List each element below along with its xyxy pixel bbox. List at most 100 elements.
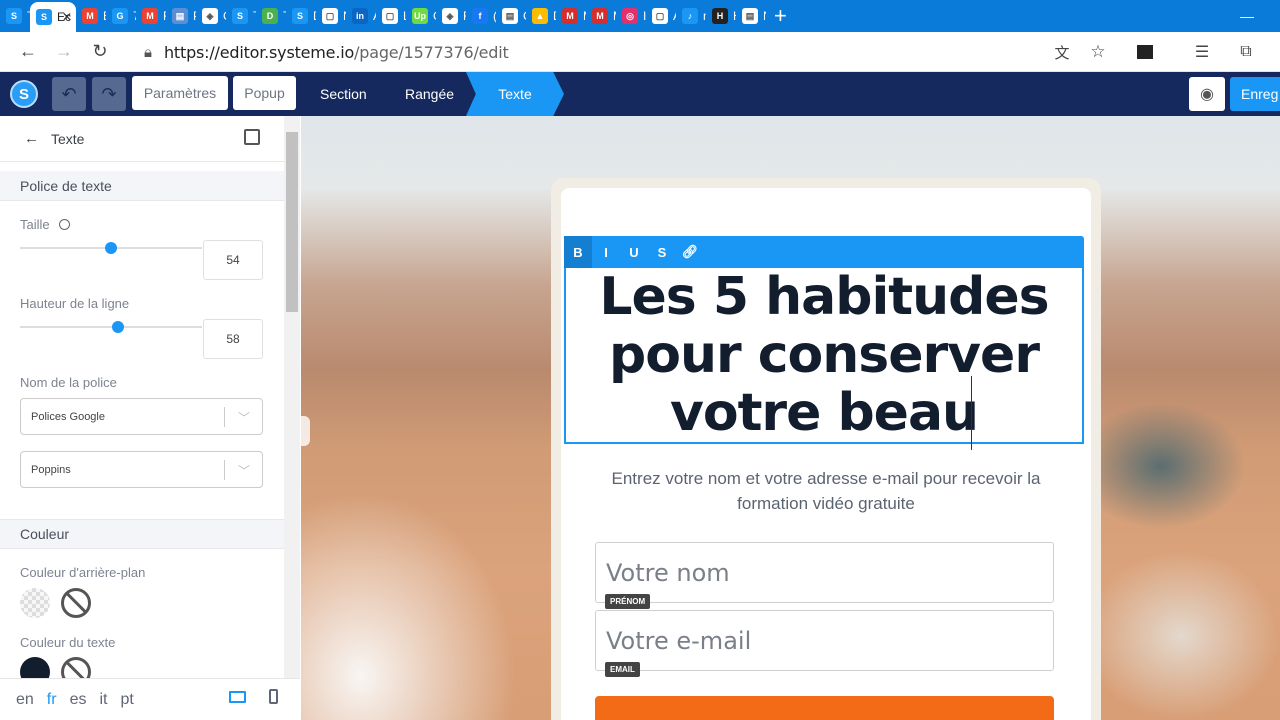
breadcrumb-section[interactable]: Section — [320, 72, 367, 116]
browser-tab[interactable]: S Ec ✕ — [30, 2, 76, 32]
language-option-es[interactable]: es — [70, 691, 87, 709]
browser-tab[interactable]: ▤Pi — [166, 0, 196, 32]
bold-button[interactable]: B — [564, 236, 592, 268]
star-icon[interactable]: ☆ — [1080, 34, 1116, 70]
address-bar[interactable]: 🔒︎ https://editor.systeme.io/page/157737… — [144, 36, 1124, 68]
tab-favicon-icon: H — [712, 8, 728, 24]
language-option-pt[interactable]: pt — [120, 691, 133, 709]
select-divider — [224, 460, 225, 480]
headline-text-block[interactable]: Les 5 habitudes pour conserver votre bea… — [564, 268, 1084, 444]
submit-button[interactable] — [595, 696, 1054, 720]
forward-icon[interactable]: → — [46, 34, 82, 70]
browser-tab-strip: STaSEc✕MBiG7MFe▤Pi◈ClSTuDTrSD▢NinA▢LiUpG… — [0, 0, 1280, 32]
browser-tab[interactable]: ▤N — [736, 0, 766, 32]
language-option-it[interactable]: it — [99, 691, 107, 709]
name-field[interactable]: Votre nom — [595, 542, 1054, 603]
headline-line: votre beau — [669, 383, 979, 443]
language-option-fr[interactable]: fr — [47, 691, 57, 709]
browser-tab[interactable]: MBi — [76, 0, 106, 32]
settings-sidebar: ← Texte Police de texte Taille 54 Hauteu… — [0, 116, 300, 720]
parametres-button[interactable]: Paramètres — [132, 76, 228, 110]
save-button[interactable]: Enreg — [1230, 77, 1280, 111]
extension-icon[interactable] — [1127, 34, 1163, 70]
chevron-down-icon: ﹀ — [237, 411, 250, 425]
browser-tab[interactable]: DTr — [256, 0, 286, 32]
preview-eye-icon[interactable]: ◉ — [1189, 77, 1225, 111]
sidebar-collapse-handle[interactable] — [301, 416, 310, 446]
browser-tab[interactable]: STa — [0, 0, 30, 32]
browser-tab[interactable]: UpG — [406, 0, 436, 32]
favorites-icon[interactable]: ☰ — [1184, 34, 1220, 70]
desktop-view-icon[interactable] — [229, 691, 246, 703]
browser-tab[interactable]: MFe — [136, 0, 166, 32]
browser-tab[interactable]: ▢Li — [376, 0, 406, 32]
size-slider[interactable] — [20, 242, 202, 254]
mobile-view-icon[interactable] — [269, 689, 278, 704]
browser-tab[interactable]: MM — [556, 0, 586, 32]
tab-favicon-icon: ◎ — [622, 8, 638, 24]
browser-tab[interactable]: G7 — [106, 0, 136, 32]
browser-tab[interactable]: ▲D — [526, 0, 556, 32]
no-bg-color-icon[interactable] — [61, 588, 91, 618]
language-option-en[interactable]: en — [16, 691, 34, 709]
back-arrow-icon[interactable]: ← — [24, 130, 39, 147]
tab-favicon-icon: ▤ — [172, 8, 188, 24]
sidebar-scrollbar[interactable] — [284, 116, 300, 678]
underline-button[interactable]: U — [620, 236, 648, 268]
new-tab-icon[interactable]: + — [774, 3, 787, 29]
tab-favicon-icon: G — [112, 8, 128, 24]
reset-icon[interactable] — [59, 219, 71, 230]
email-field[interactable]: Votre e-mail — [595, 610, 1054, 671]
line-height-slider[interactable] — [20, 321, 202, 333]
line-height-input[interactable]: 58 — [203, 319, 263, 359]
browser-tab[interactable]: SD — [286, 0, 316, 32]
browser-tab[interactable]: ♪m — [676, 0, 706, 32]
browser-tab[interactable]: ◈Fr — [436, 0, 466, 32]
browser-tab[interactable]: f(1 — [466, 0, 496, 32]
tab-close-icon[interactable]: ✕ — [62, 10, 72, 24]
browser-tab[interactable]: HH — [706, 0, 736, 32]
browser-tab[interactable]: ▢N — [316, 0, 346, 32]
tab-favicon-icon: ▢ — [652, 8, 668, 24]
tab-favicon-icon: f — [472, 8, 488, 24]
scrollbar-thumb[interactable] — [286, 132, 298, 312]
collections-icon[interactable]: ⧉ — [1228, 34, 1264, 70]
save-icon[interactable] — [244, 129, 260, 145]
browser-tab[interactable]: MM — [586, 0, 616, 32]
font-source-select[interactable]: Polices Google ﹀ — [20, 398, 263, 435]
tab-favicon-icon: S — [292, 8, 308, 24]
link-icon[interactable]: 🔗︎ — [676, 236, 704, 268]
lock-icon: 🔒︎ — [144, 43, 152, 61]
redo-icon[interactable]: ↷ — [92, 77, 126, 111]
translate-icon[interactable]: 文 — [1044, 34, 1080, 70]
font-family-select[interactable]: Poppins ﹀ — [20, 451, 263, 488]
browser-tab[interactable]: ▤C — [496, 0, 526, 32]
browser-tab[interactable]: ◈Cl — [196, 0, 226, 32]
font-source-value: Polices Google — [31, 410, 105, 423]
headline-line: pour conserver — [609, 325, 1040, 385]
form-description: Entrez votre nom et votre adresse e-mail… — [611, 469, 1041, 513]
size-input[interactable]: 54 — [203, 240, 263, 280]
headline[interactable]: Les 5 habitudes pour conserver votre bea… — [566, 268, 1082, 442]
browser-toolbar: ← → ↻ 🔒︎ https://editor.systeme.io/page/… — [0, 32, 1280, 72]
breadcrumb-rangee[interactable]: Rangée — [405, 72, 454, 116]
name-field-tag: PRÉNOM — [605, 594, 651, 609]
popup-button[interactable]: Popup — [233, 76, 296, 110]
bg-color-swatch[interactable] — [20, 588, 50, 618]
browser-tab[interactable]: inA — [346, 0, 376, 32]
italic-button[interactable]: I — [592, 236, 620, 268]
language-bar: en fr es it pt — [0, 678, 300, 720]
tab-favicon-icon: S — [6, 8, 22, 24]
systeme-logo-icon[interactable]: S — [10, 80, 38, 108]
browser-tab[interactable]: ▢A — [646, 0, 676, 32]
browser-tab[interactable]: ◎Ir — [616, 0, 646, 32]
undo-icon[interactable]: ↶ — [52, 77, 86, 111]
strikethrough-button[interactable]: S — [648, 236, 676, 268]
line-height-slider-handle[interactable] — [112, 321, 125, 333]
reload-icon[interactable]: ↻ — [82, 34, 118, 70]
breadcrumb-texte[interactable]: Texte — [466, 72, 564, 116]
back-icon[interactable]: ← — [10, 34, 46, 70]
browser-tab[interactable]: STu — [226, 0, 256, 32]
size-slider-handle[interactable] — [105, 242, 117, 254]
minimize-icon[interactable]: — — [1240, 0, 1254, 32]
